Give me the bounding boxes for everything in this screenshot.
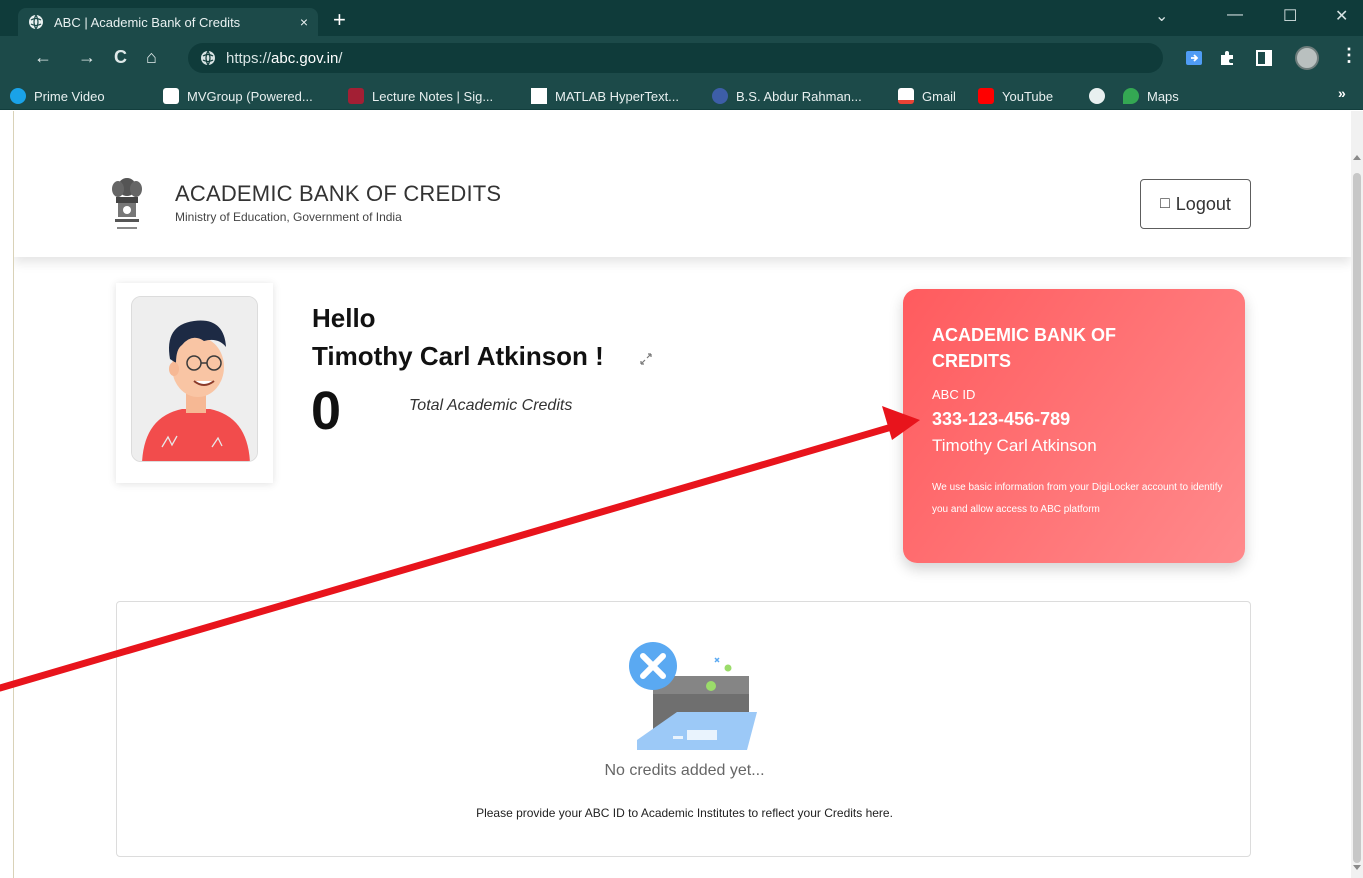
bookmark-gmail[interactable]: Gmail bbox=[898, 86, 956, 106]
home-icon[interactable]: ⌂ bbox=[146, 47, 157, 67]
bookmark-label: MATLAB HyperText... bbox=[555, 88, 680, 104]
no-credits-illustration bbox=[629, 642, 757, 750]
site-title: ACADEMIC BANK OF CREDITS bbox=[175, 181, 502, 206]
abc-card-title: ACADEMIC BANK OF CREDITS bbox=[932, 325, 1116, 371]
logout-label: Logout bbox=[1175, 193, 1231, 214]
extensions-puzzle-icon[interactable] bbox=[1218, 49, 1236, 67]
abc-id-label: ABC ID bbox=[932, 387, 976, 402]
menu-icon[interactable]: ⋮ bbox=[1340, 45, 1358, 66]
bookmark-prime-video[interactable]: Prime Video bbox=[10, 86, 105, 106]
total-credits-value: 0 bbox=[311, 381, 342, 441]
profile-photo-card bbox=[116, 283, 273, 483]
globe-icon bbox=[1089, 88, 1105, 104]
expand-icon[interactable] bbox=[638, 351, 654, 367]
tab-title: ABC | Academic Bank of Credits bbox=[54, 14, 241, 30]
address-bar[interactable]: https://abc.gov.in/ bbox=[188, 43, 1163, 73]
logout-icon: □ bbox=[1160, 195, 1170, 212]
total-credits-label: Total Academic Credits bbox=[409, 397, 573, 414]
browser-toolbar: ← → C ⌂ https://abc.gov.in/ ⋮ bbox=[0, 36, 1363, 80]
bookmark-label: MVGroup (Powered... bbox=[187, 88, 313, 104]
page-scrollbar[interactable] bbox=[1351, 111, 1363, 878]
bookmark-mvgroup[interactable]: MVGroup (Powered... bbox=[163, 86, 313, 106]
scrollbar-thumb[interactable] bbox=[1353, 173, 1361, 863]
globe-icon bbox=[29, 14, 43, 30]
reload-icon[interactable]: C bbox=[114, 47, 127, 67]
logout-button[interactable]: □ Logout bbox=[1140, 179, 1251, 229]
abc-holder-name: Timothy Carl Atkinson bbox=[932, 436, 1097, 455]
youtube-icon bbox=[978, 88, 994, 104]
new-tab-button[interactable]: + bbox=[333, 9, 346, 31]
page-viewport: ACADEMIC BANK OF CREDITS Ministry of Edu… bbox=[14, 111, 1351, 878]
site-header: ACADEMIC BANK OF CREDITS Ministry of Edu… bbox=[14, 111, 1351, 257]
close-window-button[interactable]: ✕ bbox=[1335, 6, 1348, 26]
user-full-name: Timothy Carl Atkinson ! bbox=[312, 341, 604, 371]
national-emblem-icon bbox=[112, 178, 142, 229]
abc-id-value: 333-123-456-789 bbox=[932, 409, 1071, 429]
extension-icon[interactable] bbox=[1185, 49, 1203, 67]
minimize-button[interactable]: — bbox=[1227, 6, 1243, 24]
bookmark-label: Lecture Notes | Sig... bbox=[372, 88, 494, 104]
bookmark-globe[interactable] bbox=[1089, 86, 1113, 106]
prime-video-icon bbox=[10, 88, 26, 104]
back-arrow-icon[interactable]: ← bbox=[34, 47, 52, 67]
bookmark-matlab[interactable]: MATLAB HyperText... bbox=[531, 86, 679, 106]
blank-page-icon bbox=[531, 88, 547, 104]
side-panel-icon[interactable] bbox=[1255, 49, 1273, 67]
browser-tab-active[interactable]: ABC | Academic Bank of Credits × bbox=[18, 8, 318, 36]
university-icon bbox=[712, 88, 728, 104]
abc-id-card: ACADEMIC BANK OF CREDITS ABC ID 333-123-… bbox=[903, 289, 1245, 563]
bookmark-label: Maps bbox=[1147, 88, 1179, 104]
bookmarks-bar: Prime Video MVGroup (Powered... Lecture … bbox=[0, 80, 1363, 110]
avatar-illustration bbox=[132, 297, 257, 461]
window-edge bbox=[0, 111, 14, 878]
bookmark-label: Gmail bbox=[922, 88, 956, 104]
url-text: https://abc.gov.in/ bbox=[226, 49, 343, 67]
bookmark-maps[interactable]: Maps bbox=[1123, 86, 1179, 106]
bookmark-lecture-notes[interactable]: Lecture Notes | Sig... bbox=[348, 86, 493, 106]
site-info-icon[interactable] bbox=[200, 50, 216, 66]
maps-icon bbox=[1123, 88, 1139, 104]
gmail-icon bbox=[898, 88, 914, 104]
empty-state-description: Please provide your ABC ID to Academic I… bbox=[476, 806, 893, 820]
tab-close-icon[interactable]: × bbox=[300, 14, 308, 30]
bookmarks-overflow-icon[interactable]: » bbox=[1338, 85, 1346, 101]
greeting-text: Hello bbox=[312, 303, 376, 333]
site-subtitle: Ministry of Education, Government of Ind… bbox=[175, 210, 402, 224]
abc-info-text: We use basic information from your DigiL… bbox=[932, 482, 1223, 515]
empty-state-title: No credits added yet... bbox=[604, 762, 765, 779]
scroll-up-arrow-icon[interactable] bbox=[1353, 155, 1361, 160]
mit-ocw-icon bbox=[348, 88, 364, 104]
bookmark-bs-abdur-rahman[interactable]: B.S. Abdur Rahman... bbox=[712, 86, 862, 106]
browser-titlebar: ABC | Academic Bank of Credits × + ⌄ — ☐… bbox=[0, 0, 1363, 36]
scroll-down-arrow-icon[interactable] bbox=[1353, 865, 1361, 870]
mvgroup-icon bbox=[163, 88, 179, 104]
avatar bbox=[131, 296, 258, 462]
bookmark-label: YouTube bbox=[1002, 88, 1054, 104]
forward-arrow-icon[interactable]: → bbox=[78, 47, 96, 67]
bookmark-label: B.S. Abdur Rahman... bbox=[736, 88, 862, 104]
maximize-button[interactable]: ☐ bbox=[1283, 6, 1297, 26]
bookmark-youtube[interactable]: YouTube bbox=[978, 86, 1053, 106]
credits-panel: No credits added yet... Please provide y… bbox=[116, 601, 1251, 857]
tab-search-icon[interactable]: ⌄ bbox=[1155, 6, 1168, 26]
bookmark-label: Prime Video bbox=[34, 88, 105, 104]
profile-avatar[interactable] bbox=[1295, 46, 1319, 70]
